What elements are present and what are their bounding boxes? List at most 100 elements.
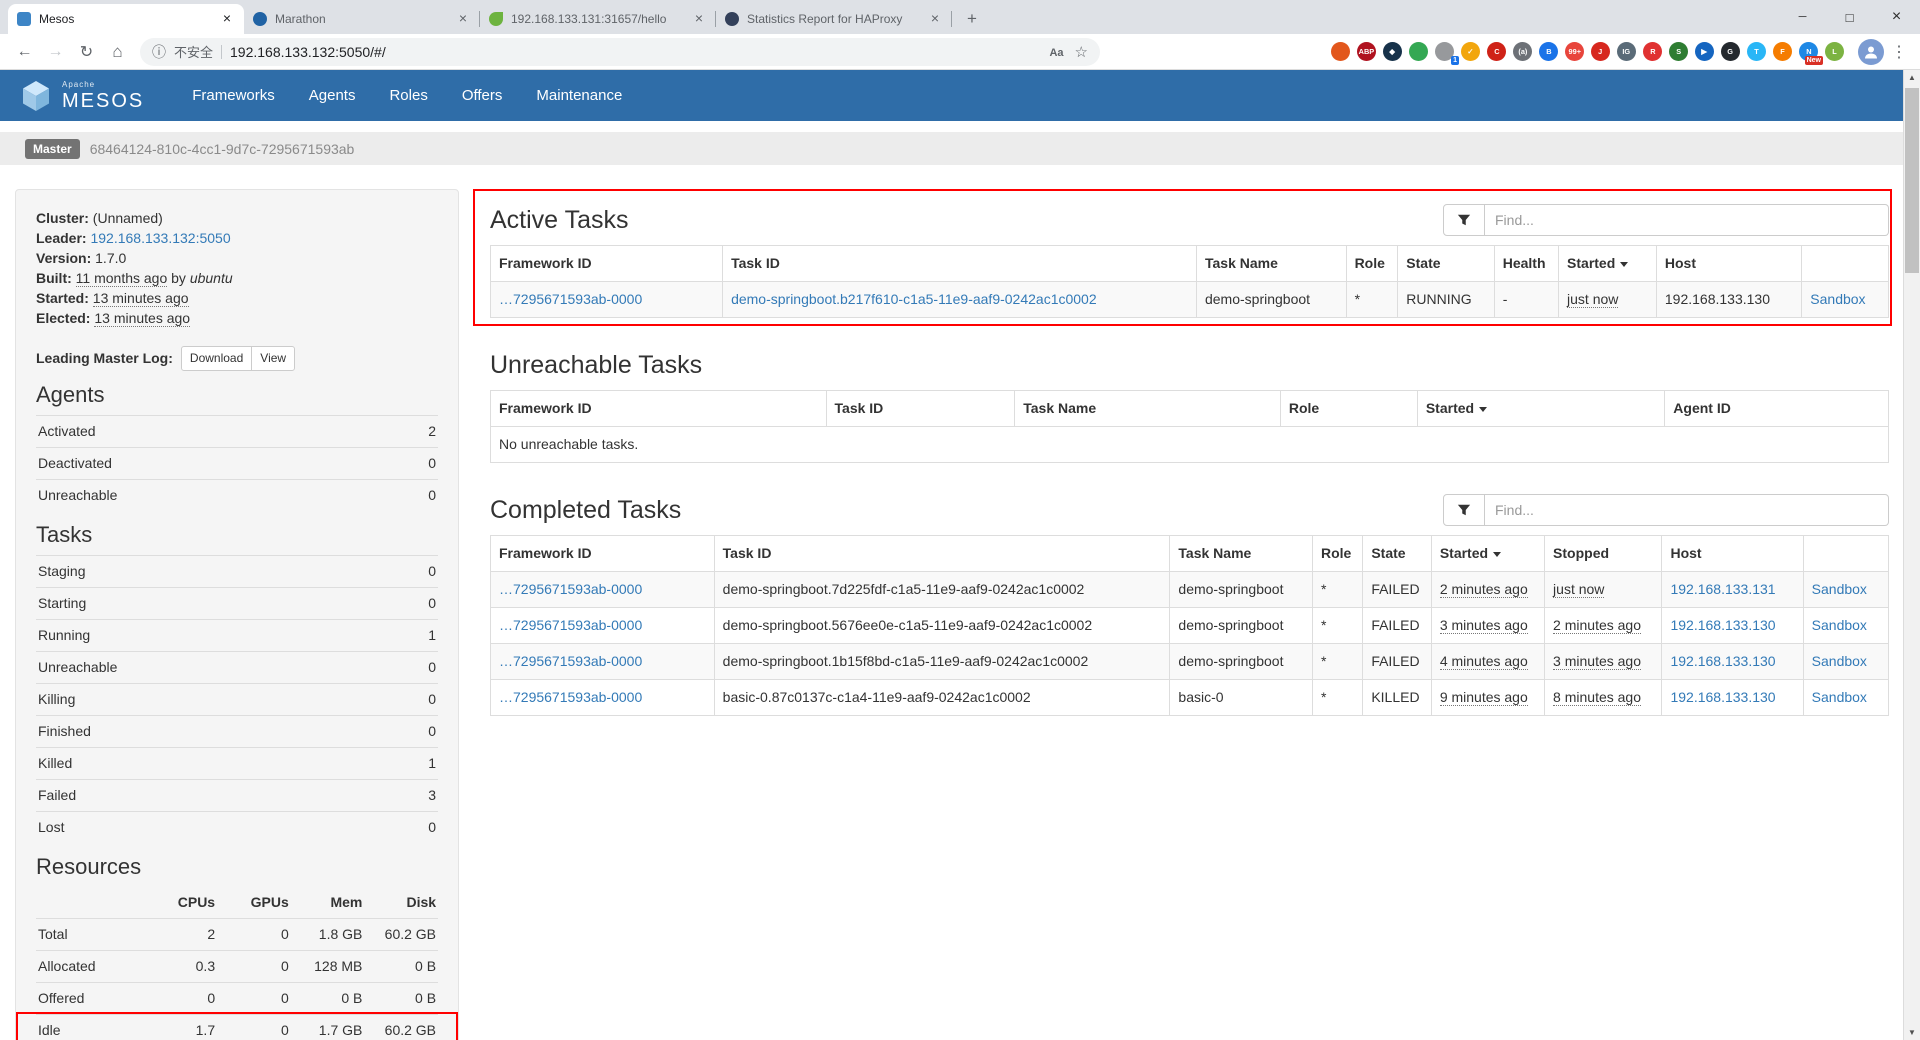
nav-item[interactable]: Agents [309,87,356,104]
extension-icon[interactable]: ✓ [1461,42,1480,61]
col-task-id[interactable]: Task ID [723,246,1197,282]
col-framework-id[interactable]: Framework ID [491,246,723,282]
home-button[interactable] [103,37,132,66]
mesos-brand[interactable]: Apache MESOS [62,81,144,111]
col-started[interactable]: Started [1559,246,1657,282]
col-agent-id[interactable]: Agent ID [1665,391,1889,427]
col-role[interactable]: Role [1280,391,1417,427]
extension-icon[interactable]: R [1643,42,1662,61]
tab-marathon[interactable]: Marathon [244,4,480,34]
framework-link[interactable]: …7295671593ab-0000 [499,653,642,669]
host-link[interactable]: 192.168.133.131 [1670,581,1775,597]
browser-menu-icon[interactable] [1888,42,1910,62]
sandbox-link[interactable]: Sandbox [1812,689,1867,705]
stat-row: Finished0 [36,715,438,747]
col-task-name[interactable]: Task Name [1015,391,1281,427]
col-task-id[interactable]: Task ID [714,536,1170,572]
tab-haproxy-stats[interactable]: Statistics Report for HAProxy [716,4,952,34]
host-link[interactable]: 192.168.133.130 [1670,689,1775,705]
framework-link[interactable]: …7295671593ab-0000 [499,689,642,705]
completed-find-input[interactable] [1485,494,1889,526]
col-stopped[interactable]: Stopped [1545,536,1662,572]
extension-icon[interactable]: L [1825,42,1844,61]
extension-icon[interactable]: T [1747,42,1766,61]
host-link[interactable]: 192.168.133.130 [1670,617,1775,633]
sandbox-link[interactable]: Sandbox [1812,653,1867,669]
col-role[interactable]: Role [1313,536,1363,572]
extension-icon[interactable]: F [1773,42,1792,61]
translate-icon[interactable] [1049,44,1063,59]
col-framework-id[interactable]: Framework ID [491,536,715,572]
task-link[interactable]: demo-springboot.b217f610-c1a5-11e9-aaf9-… [731,291,1097,307]
nav-item[interactable]: Offers [462,87,503,104]
page-info-icon[interactable] [152,42,166,62]
col-started[interactable]: Started [1431,536,1544,572]
col-host[interactable]: Host [1662,536,1803,572]
new-tab-button[interactable] [958,5,986,33]
extension-icon[interactable] [1409,42,1428,61]
tab-title: Mesos [39,12,211,26]
tab-close-icon[interactable] [219,11,235,27]
download-log-button[interactable]: Download [181,346,252,371]
extension-icon[interactable]: NNew [1799,42,1818,61]
col-health[interactable]: Health [1494,246,1558,282]
maximize-button[interactable] [1826,0,1873,34]
active-find-input[interactable] [1485,204,1889,236]
col-host[interactable]: Host [1656,246,1801,282]
nav-item[interactable]: Maintenance [536,87,622,104]
tab-hello-service[interactable]: 192.168.133.131:31657/hello [480,4,716,34]
extension-icon[interactable]: B [1539,42,1558,61]
profile-avatar[interactable] [1858,39,1884,65]
extension-icon[interactable] [1331,42,1350,61]
extension-icon[interactable]: G [1721,42,1740,61]
filter-button[interactable] [1443,204,1485,236]
back-button[interactable] [10,37,39,66]
window-close-button[interactable] [1873,0,1920,34]
view-log-button[interactable]: View [251,346,295,371]
col-task-id[interactable]: Task ID [826,391,1015,427]
col-state[interactable]: State [1398,246,1494,282]
extension-icon[interactable]: 1 [1435,42,1454,61]
scrollbar-thumb[interactable] [1905,88,1919,273]
scrollbar[interactable] [1903,70,1920,1040]
col-started[interactable]: Started [1417,391,1664,427]
tab-close-icon[interactable] [691,11,707,27]
reload-button[interactable] [72,37,101,66]
forward-button[interactable] [41,37,70,66]
tab-close-icon[interactable] [455,11,471,27]
col-state[interactable]: State [1363,536,1432,572]
col-framework-id[interactable]: Framework ID [491,391,827,427]
framework-link[interactable]: …7295671593ab-0000 [499,291,642,307]
tab-mesos[interactable]: Mesos [8,4,244,34]
extension-icon[interactable]: (a) [1513,42,1532,61]
extension-icon[interactable]: IG [1617,42,1636,61]
bookmark-star-icon[interactable] [1075,43,1088,61]
sandbox-link[interactable]: Sandbox [1812,617,1867,633]
col-task-name[interactable]: Task Name [1170,536,1313,572]
host-link[interactable]: 192.168.133.130 [1670,653,1775,669]
extension-icon[interactable]: ▶ [1695,42,1714,61]
scroll-down-icon[interactable] [1904,1028,1920,1037]
col-task-name[interactable]: Task Name [1196,246,1346,282]
extension-icon[interactable]: ◆ [1383,42,1402,61]
framework-link[interactable]: …7295671593ab-0000 [499,581,642,597]
url-text[interactable]: 192.168.133.132:5050/#/ [230,44,1041,60]
scroll-up-icon[interactable] [1904,73,1920,82]
col-role[interactable]: Role [1346,246,1398,282]
filter-button[interactable] [1443,494,1485,526]
nav-item[interactable]: Frameworks [192,87,275,104]
minimize-button[interactable] [1779,0,1826,34]
extension-icon[interactable]: ABP [1357,42,1376,61]
extension-icon[interactable]: J [1591,42,1610,61]
nav-item[interactable]: Roles [389,87,427,104]
extension-icon[interactable]: C [1487,42,1506,61]
framework-link[interactable]: …7295671593ab-0000 [499,617,642,633]
tab-close-icon[interactable] [927,11,943,27]
sandbox-link[interactable]: Sandbox [1810,291,1865,307]
address-bar[interactable]: 不安全 192.168.133.132:5050/#/ [140,38,1100,66]
leader-link[interactable]: 192.168.133.132:5050 [90,230,230,246]
extension-icon[interactable]: 99+ [1565,42,1584,61]
extension-icon[interactable]: S [1669,42,1688,61]
mesos-logo-icon[interactable] [18,78,54,114]
sandbox-link[interactable]: Sandbox [1812,581,1867,597]
